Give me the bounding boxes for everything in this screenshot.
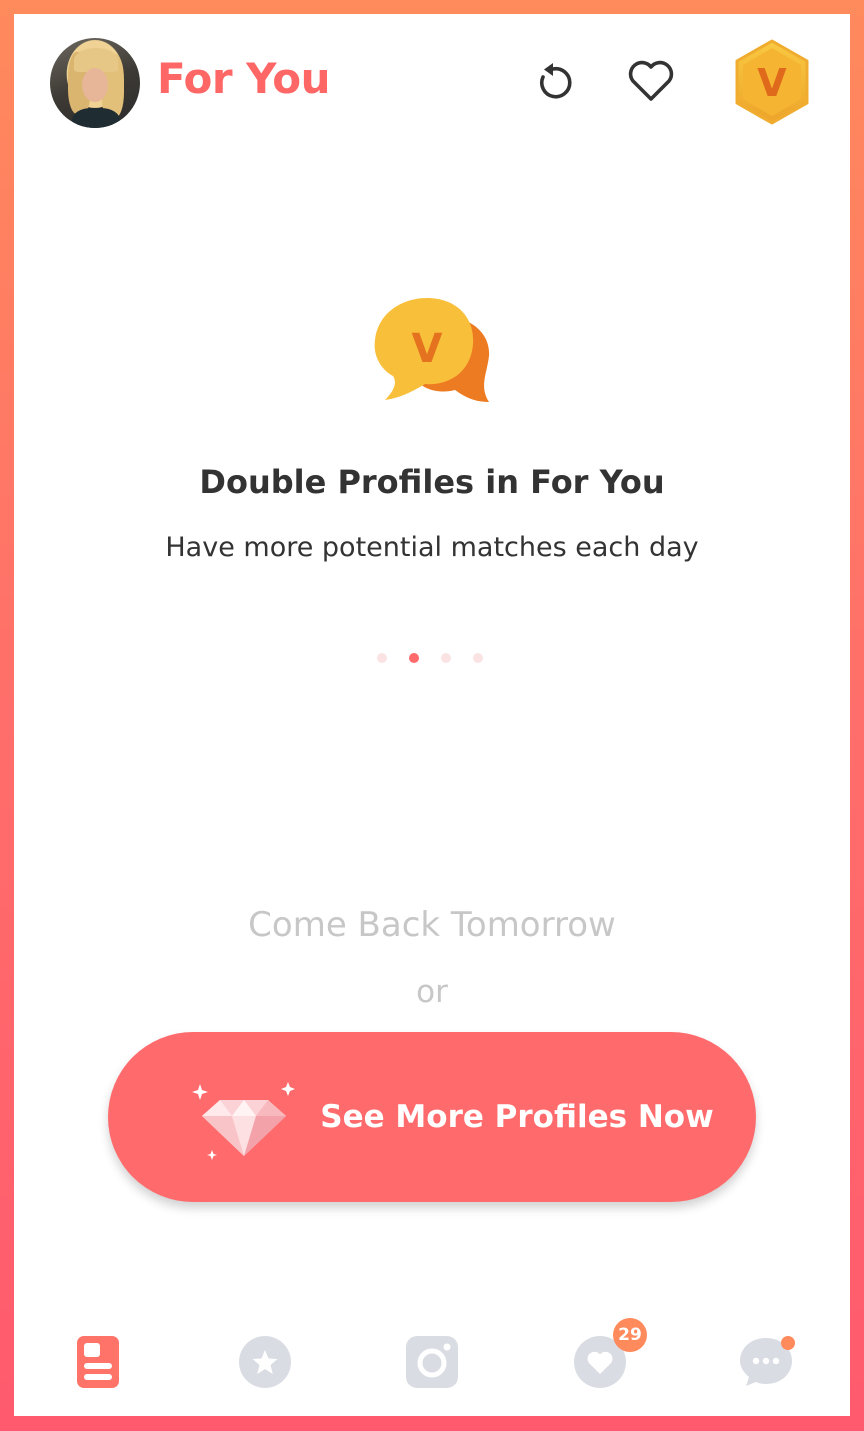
carousel-dot-active[interactable] bbox=[409, 653, 419, 663]
page-title: For You bbox=[157, 54, 331, 103]
vip-letter: V bbox=[757, 61, 787, 105]
vip-chat-bubble-icon: V bbox=[371, 294, 497, 414]
vip-button[interactable]: V bbox=[732, 38, 812, 126]
tab-for-you[interactable] bbox=[68, 1332, 128, 1392]
see-more-profiles-label: See More Profiles Now bbox=[320, 1099, 714, 1135]
carousel-dot[interactable] bbox=[377, 653, 387, 663]
undo-button[interactable] bbox=[528, 58, 578, 108]
camera-icon bbox=[406, 1336, 458, 1388]
cards-icon bbox=[77, 1336, 119, 1388]
undo-icon bbox=[539, 63, 572, 99]
likes-count-badge: 29 bbox=[613, 1318, 647, 1352]
or-separator: or bbox=[416, 974, 448, 1010]
user-avatar[interactable] bbox=[50, 38, 140, 128]
tab-moments[interactable] bbox=[402, 1332, 462, 1392]
tab-stars[interactable] bbox=[235, 1332, 295, 1392]
favorites-button[interactable] bbox=[626, 56, 676, 106]
svg-text:V: V bbox=[412, 326, 443, 372]
diamond-icon bbox=[192, 1082, 295, 1160]
star-icon bbox=[239, 1336, 291, 1388]
see-more-profiles-button[interactable]: See More Profiles Now bbox=[108, 1032, 756, 1202]
feature-description: Have more potential matches each day bbox=[165, 532, 699, 563]
carousel-dot[interactable] bbox=[441, 653, 451, 663]
chat-notification-dot bbox=[781, 1336, 795, 1350]
carousel-dot[interactable] bbox=[473, 653, 483, 663]
heart-outline-icon bbox=[628, 60, 674, 101]
app-frame: For You V V Double Profiles in For You H… bbox=[0, 0, 864, 1431]
bottom-tab-bar bbox=[14, 1332, 850, 1400]
feature-headline: Double Profiles in For You bbox=[199, 463, 665, 501]
carousel-page-indicator[interactable] bbox=[377, 653, 483, 663]
come-back-tomorrow-text: Come Back Tomorrow bbox=[248, 905, 616, 945]
app-screen: For You V V Double Profiles in For You H… bbox=[14, 14, 850, 1416]
vip-hexagon-icon: V bbox=[735, 39, 809, 125]
